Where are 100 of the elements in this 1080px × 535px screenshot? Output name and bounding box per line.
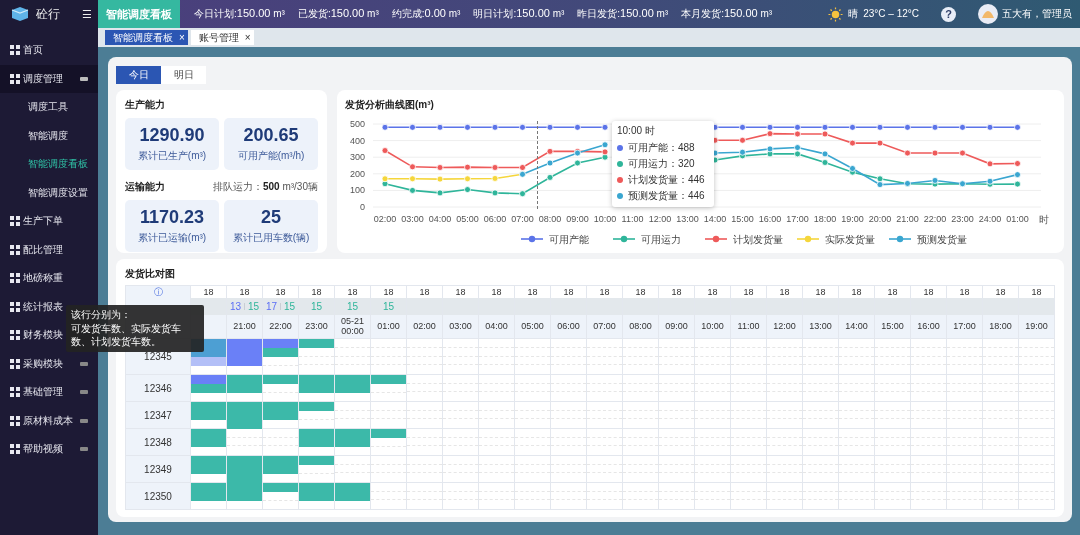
tooltip-value: 预测发货量：446 [628, 189, 705, 203]
x-tick-label: 14:00 [703, 214, 727, 224]
time-cell: 10:00 [695, 315, 731, 339]
x-tick-label: 20:00 [868, 214, 892, 224]
x-tick-label: 21:00 [896, 214, 919, 224]
y-tick-label: 400 [349, 135, 365, 146]
time-cell: 04:00 [479, 315, 515, 339]
time-cell: 21:00 [227, 315, 263, 339]
x-tick-label: 06:00 [483, 214, 507, 224]
x-tick-label: 10:00 [593, 214, 617, 224]
section-title: 运输能力 [125, 180, 165, 194]
stat-value: 1170.23 [139, 207, 205, 228]
hint-text: 该行分别为： [71, 308, 132, 322]
legend-label: 预测发货量 [917, 233, 967, 245]
y-tick-label: 200 [349, 168, 365, 179]
time-cell: 13:00 [803, 315, 839, 339]
time-cell: 12:00 [767, 315, 803, 339]
row-label: 12349 [126, 456, 191, 483]
x-tick-label: 19:00 [841, 214, 864, 224]
stat-label: 累计已生产(m³) [137, 149, 207, 163]
count-value: 17 [265, 301, 277, 312]
time-cell: 16:00 [911, 315, 947, 339]
stat-label: 累计已用车数(辆) [232, 231, 310, 245]
stat-value: 1290.90 [139, 125, 205, 146]
y-tick-label: 0 [360, 202, 365, 212]
y-tick-label: 300 [349, 152, 365, 163]
x-tick-label: 15:00 [731, 214, 754, 224]
time-cell: 07:00 [587, 315, 623, 339]
x-tick-label: 03:00 [401, 214, 424, 224]
time-cell: 14:00 [839, 315, 875, 339]
legend-label: 可用产能 [549, 233, 589, 245]
x-tick-label: 16:00 [758, 214, 782, 224]
time-cell: 08:00 [623, 315, 659, 339]
x-tick-label: 09:00 [566, 214, 589, 224]
row-label: 12348 [126, 429, 191, 456]
chart-title: 发货分析曲线图(m³) [345, 98, 435, 112]
time-cell: 06:00 [551, 315, 587, 339]
legend-label: 计划发货量 [733, 233, 783, 245]
logo-text: 砼行 [36, 5, 61, 23]
queue-capacity: 排队运力：500 m³/30辆 [212, 180, 318, 194]
x-tick-label: 02:00 [373, 214, 397, 224]
time-cell: 05-21 00:00 [335, 315, 371, 339]
row-label: 12346 [126, 375, 191, 402]
tooltip-value: 计划发货量：446 [628, 173, 705, 187]
x-tick-label: 08:00 [538, 214, 562, 224]
x-tick-label: 11:00 [621, 214, 644, 224]
time-cell: 22:00 [263, 315, 299, 339]
header-stat: 昨日发货:150.00 m³ [577, 7, 669, 21]
y-tick-label: 500 [349, 119, 365, 129]
time-cell: 03:00 [443, 315, 479, 339]
tooltip-value: 可用产能：488 [628, 141, 695, 155]
time-cell: 15:00 [875, 315, 911, 339]
time-cell: 11:00 [731, 315, 767, 339]
time-cell: 05:00 [515, 315, 551, 339]
x-tick-label: 05:00 [456, 214, 479, 224]
page-title: 智能调度看板 [98, 0, 180, 28]
section-title: 发货比对图 [125, 267, 176, 281]
time-cell: 01:00 [371, 315, 407, 339]
time-cell: 19:00 [1019, 315, 1055, 339]
y-tick-label: 100 [349, 185, 365, 196]
x-tick-label: 17:00 [786, 214, 809, 224]
row-label: 12350 [126, 483, 191, 510]
legend-label: 可用运力 [641, 233, 681, 245]
legend-label: 实际发货量 [825, 233, 875, 245]
x-tick-label: 22:00 [923, 214, 947, 224]
stat-label: 可用产能(m³/h) [237, 149, 305, 163]
x-axis-label: 时 [1039, 214, 1049, 225]
x-tick-label: 01:00 [1006, 214, 1029, 224]
stat-label: 累计已运输(m³) [137, 231, 207, 245]
count-value: 13 [229, 301, 241, 312]
count-value: 15 [346, 301, 359, 312]
count-value: 15 [382, 301, 395, 312]
x-tick-label: 23:00 [951, 214, 974, 224]
header-stat: 约完成:0.00 m³ [391, 7, 461, 21]
x-tick-label: 12:00 [648, 214, 672, 224]
section-title: 生产能力 [125, 98, 166, 112]
x-tick-label: 07:00 [511, 214, 534, 224]
x-tick-label: 18:00 [813, 214, 837, 224]
header-stat: 已发货:150.00 m³ [297, 7, 379, 21]
tooltip-title: 10:00 时 [617, 124, 656, 138]
time-cell: 17:00 [947, 315, 983, 339]
weather-text: 晴 23°C – 12°C [847, 7, 919, 21]
user-name: 五大有，管理员 [1002, 7, 1072, 21]
time-cell: 23:00 [299, 315, 335, 339]
time-cell: 02:00 [407, 315, 443, 339]
x-tick-label: 24:00 [978, 214, 1002, 224]
header-stat: 本月发货:150.00 m³ [681, 7, 773, 21]
header-stat: 今日计划:150.00 m³ [194, 7, 285, 21]
time-cell: 18:00 [983, 315, 1019, 339]
x-tick-label: 04:00 [428, 214, 452, 224]
stat-value: 25 [261, 207, 281, 228]
x-tick-label: 13:00 [676, 214, 699, 224]
header-stat: 明日计划:150.00 m³ [473, 7, 565, 21]
count-value: 15 [284, 301, 296, 312]
time-cell: 09:00 [659, 315, 695, 339]
count-value: 15 [248, 301, 260, 312]
row-label: 12347 [126, 402, 191, 429]
stat-value: 200.65 [243, 125, 299, 146]
count-value: 15 [310, 301, 323, 312]
tooltip-value: 可用运力：320 [628, 157, 695, 171]
